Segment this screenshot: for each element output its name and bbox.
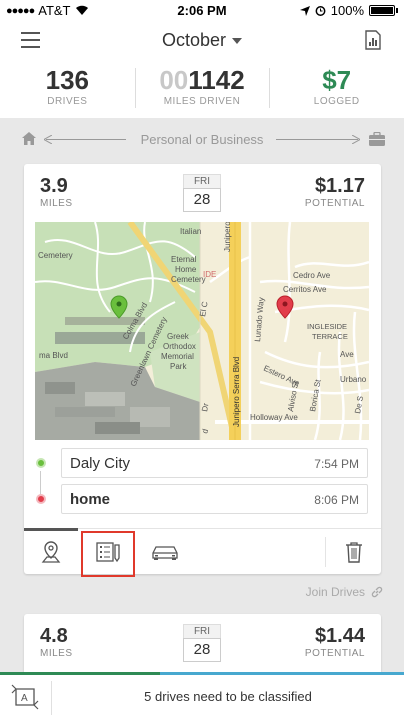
- auto-classify-icon[interactable]: A: [10, 683, 40, 711]
- end-location-field[interactable]: home 8:06 PM: [61, 484, 368, 514]
- start-dot: [36, 458, 46, 468]
- map-pin-icon: [41, 541, 61, 563]
- drives-count: 136: [45, 65, 90, 95]
- svg-text:Home: Home: [175, 265, 197, 274]
- drive-miles: 4.8 MILES: [40, 625, 73, 659]
- svg-text:Junipero: Junipero: [223, 222, 232, 252]
- miles-count: 1142: [188, 65, 245, 95]
- svg-text:Memorial: Memorial: [161, 352, 194, 361]
- svg-text:IDE: IDE: [203, 270, 216, 279]
- location-arrow-icon: [299, 5, 310, 16]
- join-drives-label: Join Drives: [305, 585, 365, 599]
- stat-logged[interactable]: $7 LOGGED: [269, 60, 404, 118]
- stats-summary: 136 DRIVES 001142 MILES DRIVEN $7 LOGGED: [0, 60, 404, 118]
- svg-text:Urbano Dr: Urbano Dr: [340, 375, 369, 384]
- stat-miles[interactable]: 001142 MILES DRIVEN: [134, 60, 270, 118]
- svg-text:ma Blvd: ma Blvd: [39, 351, 68, 360]
- report-icon[interactable]: [365, 30, 381, 50]
- drive-miles: 3.9 MILES: [40, 175, 73, 209]
- miles-label: MILES DRIVEN: [163, 96, 241, 107]
- svg-text:Italian: Italian: [180, 227, 201, 236]
- svg-text:Cemetery: Cemetery: [171, 275, 206, 284]
- status-bar: ●●●●● AT&T 2:06 PM 100%: [0, 0, 404, 22]
- miles-leading-zeros: 00: [159, 65, 189, 95]
- svg-text:Greek: Greek: [167, 332, 190, 341]
- drive-potential: $1.17 POTENTIAL: [304, 175, 365, 209]
- logged-value: $7: [322, 65, 352, 95]
- drive-card-tabs: [24, 528, 381, 577]
- svg-text:TERRACE: TERRACE: [312, 332, 348, 341]
- alarm-icon: [315, 6, 326, 16]
- end-time: 8:06 PM: [314, 493, 359, 507]
- svg-text:Cerritos Ave: Cerritos Ave: [283, 285, 327, 294]
- svg-text:INGLESIDE: INGLESIDE: [307, 322, 347, 331]
- map-tab[interactable]: [24, 529, 78, 575]
- svg-text:Orthodox: Orthodox: [163, 342, 196, 351]
- battery-percent: 100%: [330, 3, 364, 18]
- delete-tab[interactable]: [326, 529, 381, 575]
- svg-text:Cedro Ave: Cedro Ave: [293, 271, 331, 280]
- drive-date: FRI 28: [183, 624, 221, 662]
- stat-drives[interactable]: 136 DRIVES: [0, 60, 135, 118]
- svg-text:Holloway Ave: Holloway Ave: [250, 413, 298, 422]
- logged-label: LOGGED: [313, 96, 360, 107]
- svg-text:Park: Park: [170, 362, 187, 371]
- month-label: October: [161, 30, 227, 50]
- link-icon: [371, 586, 383, 598]
- svg-text:Ave: Ave: [340, 350, 354, 359]
- chevron-down-icon: [232, 38, 243, 45]
- drive-potential: $1.44 POTENTIAL: [304, 625, 365, 659]
- svg-text:Cemetery: Cemetery: [38, 251, 73, 260]
- highlight-box: [81, 531, 135, 577]
- drive-date: FRI 28: [183, 174, 221, 212]
- start-location-name: Daly City: [70, 455, 131, 472]
- classify-bar: Personal or Business: [0, 128, 404, 152]
- trash-icon: [345, 542, 362, 563]
- start-time: 7:54 PM: [314, 457, 359, 471]
- month-selector[interactable]: October: [0, 30, 404, 51]
- map-canvas: Cemetery Italian Eternal Home Cemetery I…: [35, 222, 369, 440]
- svg-text:Eternal: Eternal: [171, 255, 197, 264]
- start-location-field[interactable]: Daly City 7:54 PM: [61, 448, 368, 478]
- car-icon: [152, 546, 178, 560]
- drive-card[interactable]: 3.9 MILES FRI 28 $1.17 POTENTIAL Cemeter…: [24, 164, 381, 577]
- battery-icon: [369, 5, 395, 16]
- drive-map[interactable]: Cemetery Italian Eternal Home Cemetery I…: [35, 222, 369, 440]
- svg-text:A: A: [21, 693, 28, 704]
- join-drives-link[interactable]: Join Drives: [306, 585, 384, 599]
- vehicle-tab[interactable]: [138, 529, 192, 575]
- end-dot: [36, 494, 46, 504]
- briefcase-icon: [369, 132, 385, 146]
- top-nav: October: [0, 22, 404, 60]
- end-location-name: home: [70, 491, 111, 508]
- svg-text:Junipero Serra Blvd: Junipero Serra Blvd: [232, 357, 241, 427]
- drives-label: DRIVES: [47, 96, 88, 107]
- classify-banner[interactable]: A 5 drives need to be classified: [0, 672, 404, 718]
- classify-message: 5 drives need to be classified: [144, 689, 312, 704]
